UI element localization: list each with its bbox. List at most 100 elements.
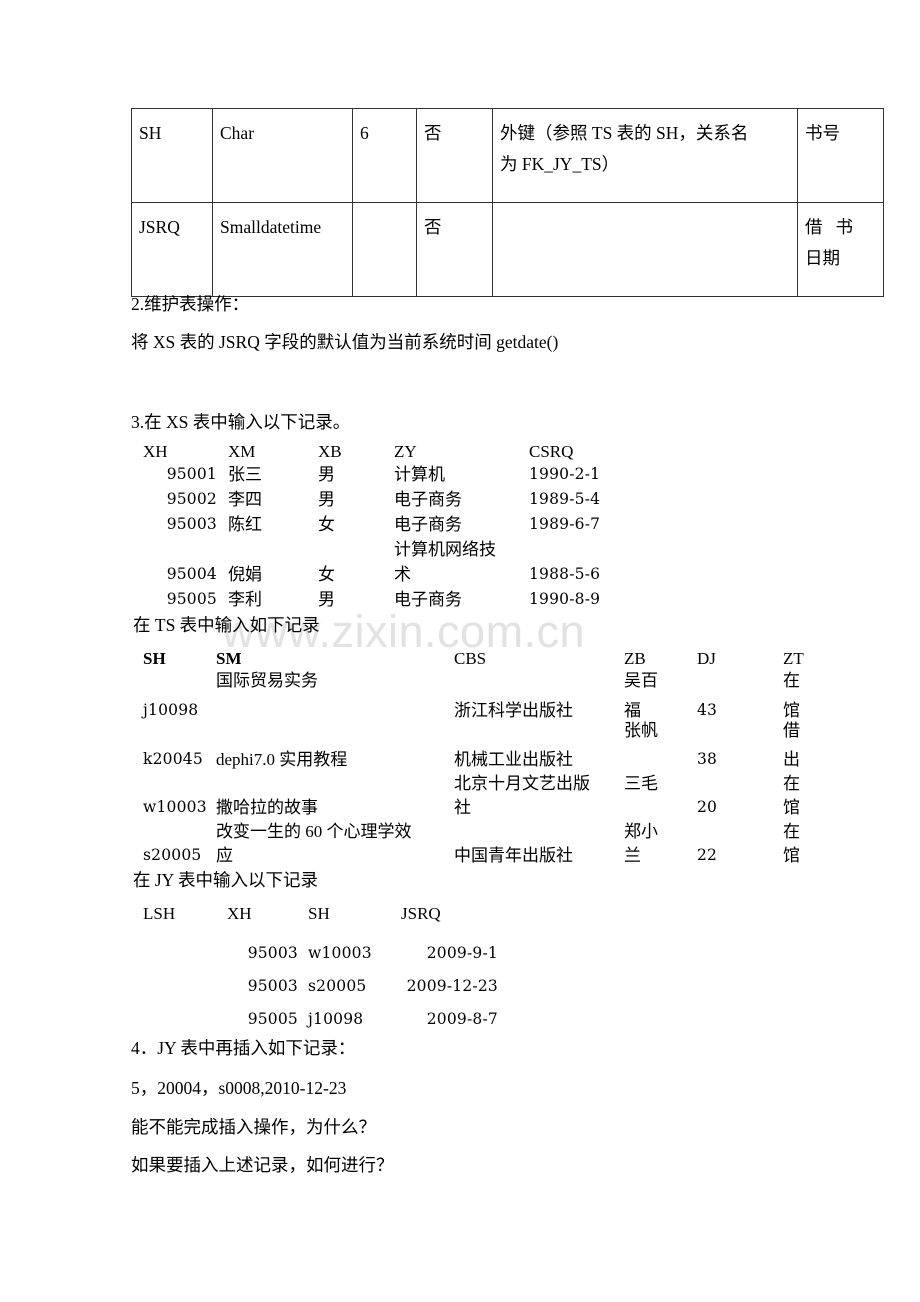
xs-cell-xb: 男 xyxy=(318,490,335,509)
ts-cell-sm-wrap: 国际贸易实务 xyxy=(216,671,318,690)
xs-cell-xh: 95002 xyxy=(166,490,217,508)
ts-cell-zt: 馆 xyxy=(783,846,800,865)
xs-cell-zy: 术 xyxy=(394,565,411,584)
ts-cell-zt-wrap: 在 xyxy=(783,671,800,690)
comment-line-2: 日期 xyxy=(805,248,840,268)
xs-cell-csrq: 1989-6-7 xyxy=(529,515,601,533)
ts-cell-zt-wrap: 借 xyxy=(783,721,800,740)
xs-cell-xm: 李四 xyxy=(228,490,262,509)
xs-cell-xh: 95004 xyxy=(166,565,217,583)
section2-body: 将 XS 表的 JSRQ 字段的默认值为当前系统时间 getdate() xyxy=(131,332,559,352)
section4-question-2: 如果要插入上述记录，如何进行？ xyxy=(131,1155,394,1175)
jy-header-sh: SH xyxy=(308,904,330,923)
xs-cell-zy: 电子商务 xyxy=(394,490,462,509)
cell-field-type: Smalldatetime xyxy=(212,202,353,297)
cell-field-name: SH xyxy=(131,108,213,203)
ts-cell-cbs: 中国青年出版社 xyxy=(454,846,573,865)
cell-field-type: Char xyxy=(212,108,353,203)
jy-header-lsh: LSH xyxy=(143,904,176,923)
ts-cell-zb-wrap: 三毛 xyxy=(624,774,658,793)
ts-cell-zb-wrap: 吴百 xyxy=(624,671,658,690)
jy-header-xh: XH xyxy=(227,904,252,923)
ts-cell-dj: 22 xyxy=(697,846,718,864)
cell-field-constraint: 外键（参照 TS 表的 SH，关系名 为 FK_JY_TS） xyxy=(492,108,798,203)
ts-header-cbs: CBS xyxy=(454,649,487,668)
ts-header-sm: SM xyxy=(216,649,242,668)
xs-cell-csrq: 1988-5-6 xyxy=(529,565,601,583)
xs-header-xh: XH xyxy=(143,442,168,461)
xs-header-zy: ZY xyxy=(394,442,417,461)
section4-heading: 4．JY 表中再插入如下记录： xyxy=(131,1038,356,1058)
ts-cell-sh: j10098 xyxy=(143,701,199,719)
ts-cell-zt: 馆 xyxy=(783,701,800,720)
ts-cell-zt: 出 xyxy=(783,750,800,769)
comment-line-1: 书号 xyxy=(805,123,840,143)
xs-cell-xb: 女 xyxy=(318,565,335,584)
ts-cell-zb: 福 xyxy=(624,701,641,720)
cell-field-comment: 书号 xyxy=(797,108,884,203)
xs-cell-zy: 计算机 xyxy=(394,465,445,484)
xs-cell-zy: 电子商务 xyxy=(394,515,462,534)
cell-field-length: 6 xyxy=(352,108,417,203)
cell-field-length xyxy=(352,202,417,297)
table-row: JSRQ Smalldatetime 否 借 书 日期 xyxy=(131,202,884,297)
jy-cell-jsrq: 2009-8-7 xyxy=(426,1010,498,1028)
ts-cell-zt-wrap: 在 xyxy=(783,822,800,841)
ts-cell-sh: k20045 xyxy=(143,750,203,768)
section2-heading: 2.维护表操作： xyxy=(131,294,250,314)
xs-header-xm: XM xyxy=(228,442,256,461)
ts-cell-cbs: 社 xyxy=(454,798,471,817)
jy-header-jsrq: JSRQ xyxy=(401,904,441,923)
ts-cell-sm-wrap: 改变一生的 60 个心理学效 xyxy=(216,822,412,841)
ts-cell-sm: dephi7.0 实用教程 xyxy=(216,750,348,769)
cell-field-name: JSRQ xyxy=(131,202,213,297)
ts-header-zb: ZB xyxy=(624,649,646,668)
cell-field-constraint xyxy=(492,202,798,297)
ts-cell-cbs: 机械工业出版社 xyxy=(454,750,573,769)
ts-header-sh: SH xyxy=(143,649,166,668)
ts-cell-sh: w10003 xyxy=(143,798,207,816)
xs-cell-xm: 李利 xyxy=(228,590,262,609)
comment-line-1: 借 书 xyxy=(805,217,853,237)
xs-cell-xm: 陈红 xyxy=(228,515,262,534)
section3-heading: 3.在 XS 表中输入以下记录。 xyxy=(131,412,351,432)
ts-cell-zt: 馆 xyxy=(783,798,800,817)
ts-cell-sm: 应 xyxy=(216,846,233,865)
xs-cell-xb: 女 xyxy=(318,515,335,534)
ts-cell-zb: 兰 xyxy=(624,846,641,865)
xs-cell-csrq: 1989-5-4 xyxy=(529,490,601,508)
jy-cell-xh: 95003 xyxy=(247,944,298,962)
section4-question-1: 能不能完成插入操作，为什么？ xyxy=(131,1117,376,1137)
cell-field-nullable: 否 xyxy=(416,202,493,297)
xs-cell-xm: 倪娟 xyxy=(228,565,262,584)
ts-cell-sh: s20005 xyxy=(143,846,202,864)
jy-cell-xh: 95003 xyxy=(247,977,298,995)
ts-cell-zt-wrap: 在 xyxy=(783,774,800,793)
xs-cell-zy-wrap: 计算机网络技 xyxy=(394,540,496,559)
ts-cell-zb-wrap: 张帆 xyxy=(624,721,658,740)
ts-cell-dj: 38 xyxy=(697,750,718,768)
jy-cell-sh: j10098 xyxy=(308,1010,364,1028)
xs-cell-xb: 男 xyxy=(318,465,335,484)
jy-cell-sh: s20005 xyxy=(308,977,367,995)
ts-cell-cbs-wrap: 北京十月文艺出版 xyxy=(454,774,590,793)
constraint-line-1: 外键（参照 TS 表的 SH，关系名 xyxy=(500,123,749,143)
jy-cell-xh: 95005 xyxy=(247,1010,298,1028)
constraint-line-2: 为 FK_JY_TS） xyxy=(500,154,620,174)
document-page: www.zixin.com.cn SH Char 6 否 外键（参照 TS 表的… xyxy=(0,0,920,1302)
ts-header-zt: ZT xyxy=(783,649,804,668)
ts-cell-sm: 撒哈拉的故事 xyxy=(216,798,318,817)
xs-header-csrq: CSRQ xyxy=(529,442,574,461)
section4-record: 5，20004，s0008,2010-12-23 xyxy=(131,1078,347,1098)
field-schema-table: SH Char 6 否 外键（参照 TS 表的 SH，关系名 为 FK_JY_T… xyxy=(131,108,884,297)
xs-cell-csrq: 1990-8-9 xyxy=(529,590,601,608)
ts-intro: 在 TS 表中输入如下记录 xyxy=(133,615,320,635)
xs-cell-csrq: 1990-2-1 xyxy=(529,465,601,483)
xs-cell-xh: 95003 xyxy=(166,515,217,533)
ts-cell-dj: 20 xyxy=(697,798,718,816)
jy-cell-jsrq: 2009-9-1 xyxy=(426,944,498,962)
jy-cell-sh: w10003 xyxy=(308,944,372,962)
ts-cell-cbs: 浙江科学出版社 xyxy=(454,701,573,720)
jy-intro: 在 JY 表中输入以下记录 xyxy=(133,870,319,890)
xs-cell-zy: 电子商务 xyxy=(394,590,462,609)
